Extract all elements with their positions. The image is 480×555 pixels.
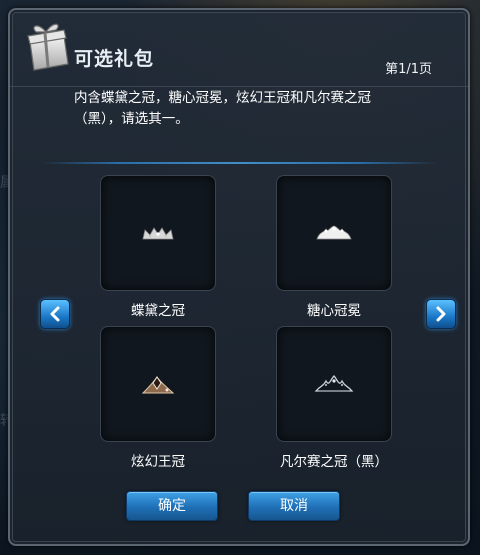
- gift-pack-dialog: 可选礼包 第1/1页 内含蝶黛之冠，糖心冠冕，炫幻王冠和凡尔赛之冠（黑），请选其…: [8, 8, 470, 546]
- crown-icon: [316, 225, 352, 240]
- gem-tiara-icon: [141, 376, 175, 394]
- previous-page-button[interactable]: [40, 299, 70, 329]
- dark-tiara-icon: [314, 375, 354, 392]
- divider: [40, 162, 438, 164]
- dialog-description: 内含蝶黛之冠，糖心冠冕，炫幻王冠和凡尔赛之冠（黑），请选其一。: [74, 90, 371, 127]
- confirm-button[interactable]: 确定: [126, 491, 218, 521]
- page-indicator: 第1/1页: [385, 62, 432, 77]
- chevron-left-icon: [50, 306, 60, 322]
- dialog-header: 可选礼包 第1/1页: [10, 10, 468, 87]
- item-slot-3[interactable]: [100, 326, 216, 442]
- item-name-4: 凡尔赛之冠（黑）: [280, 454, 388, 470]
- gift-box-icon: [24, 20, 72, 74]
- item-name-2: 糖心冠冕: [307, 303, 361, 319]
- next-page-button[interactable]: [426, 299, 456, 329]
- item-slot-2[interactable]: [276, 175, 392, 291]
- item-slot-4[interactable]: [276, 326, 392, 442]
- item-slot-1[interactable]: [100, 175, 216, 291]
- item-name-3: 炫幻王冠: [131, 454, 185, 470]
- cancel-button[interactable]: 取消: [248, 491, 340, 521]
- item-name-1: 蝶黛之冠: [131, 303, 185, 319]
- tiara-icon: [142, 227, 174, 240]
- chevron-right-icon: [436, 306, 446, 322]
- dialog-title: 可选礼包: [74, 48, 155, 70]
